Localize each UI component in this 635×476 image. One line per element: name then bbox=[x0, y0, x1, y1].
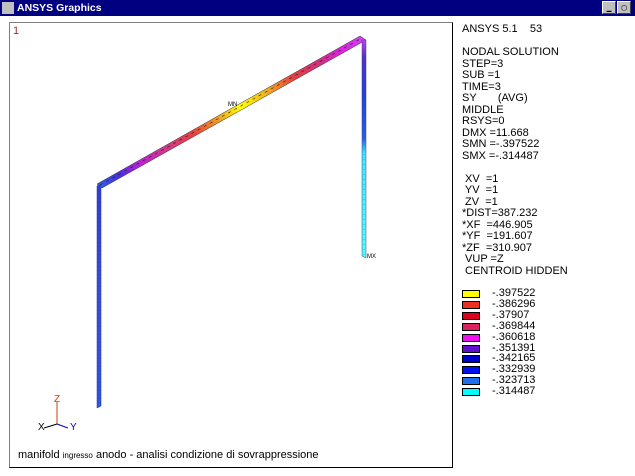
info-line: CENTROID HIDDEN bbox=[462, 264, 568, 277]
legend-swatch bbox=[462, 355, 480, 364]
legend-swatch bbox=[462, 290, 480, 298]
legend-row: -.37907 bbox=[462, 309, 622, 321]
legend-row: -.332939 bbox=[462, 363, 622, 375]
top-beam bbox=[96, 35, 367, 189]
legend-row: -.351391 bbox=[462, 342, 622, 354]
max-node-label: MX bbox=[367, 254, 376, 260]
plot-caption: manifold ingresso anodo - analisi condiz… bbox=[18, 449, 319, 461]
axis-triad: Z X Y bbox=[38, 394, 77, 433]
caption-small: ingresso bbox=[62, 451, 93, 460]
legend-row: -.342165 bbox=[462, 352, 622, 364]
legend-row: -.323713 bbox=[462, 374, 622, 386]
legend-swatch bbox=[462, 366, 480, 375]
info-line: RSYS=0 bbox=[462, 115, 505, 127]
legend-row: -.314487 bbox=[462, 385, 622, 398]
legend-swatch bbox=[462, 333, 480, 342]
info-line: *YF =191.607 bbox=[462, 230, 533, 242]
ansys-graphics-window: ANSYS Graphics ▁ ▢ 1 MN MX Z X Y manifol… bbox=[0, 0, 635, 476]
legend-row: -.360618 bbox=[462, 331, 622, 343]
legend-swatch bbox=[462, 377, 480, 386]
info-line: SY (AVG) bbox=[462, 92, 528, 104]
info-line: *DIST=387.232 bbox=[462, 207, 538, 219]
caption-rest: anodo - analisi condizione di sovrappres… bbox=[92, 449, 319, 461]
legend-row: -.397522 bbox=[462, 287, 622, 299]
min-node-label: MN bbox=[228, 102, 237, 108]
triad-y-label: Y bbox=[70, 422, 77, 433]
info-line: SMN =-.397522 bbox=[462, 138, 540, 150]
info-line: ANSYS 5.1 53 bbox=[462, 23, 543, 35]
triad-x-label: X bbox=[38, 422, 45, 433]
legend-value: -.314487 bbox=[492, 385, 536, 398]
legend-row: -.369844 bbox=[462, 320, 622, 332]
left-column bbox=[96, 182, 102, 409]
legend-swatch bbox=[462, 300, 480, 309]
triad-z-label: Z bbox=[54, 394, 60, 405]
solution-info-panel: ANSYS 5.1 53 NODAL SOLUTION STEP=3 SUB =1 T… bbox=[462, 23, 568, 277]
legend-swatch bbox=[462, 344, 480, 353]
right-column bbox=[361, 39, 367, 259]
legend-swatch bbox=[462, 322, 480, 331]
legend-swatch bbox=[462, 388, 480, 397]
info-line: SUB =1 bbox=[462, 69, 501, 81]
info-line: NODAL SOLUTION bbox=[462, 46, 559, 58]
info-line: VUP =Z bbox=[462, 253, 504, 265]
info-line bbox=[462, 162, 568, 174]
legend-row: -.386296 bbox=[462, 298, 622, 310]
caption-main: manifold bbox=[18, 449, 63, 461]
info-line: YV =1 bbox=[462, 184, 499, 196]
info-line: SMX =-.314487 bbox=[462, 149, 539, 162]
legend-swatch bbox=[462, 311, 480, 320]
